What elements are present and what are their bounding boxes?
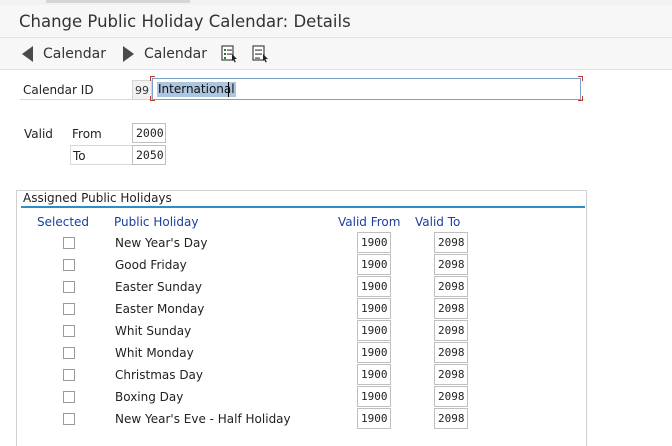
valid-to-cell[interactable]: 2098: [434, 232, 468, 253]
row-select-checkbox[interactable]: [63, 237, 75, 249]
valid-from-cell[interactable]: 1900: [357, 364, 391, 385]
valid-to-cell[interactable]: 2098: [434, 254, 468, 275]
focus-corner-tr: [578, 76, 583, 81]
holiday-name: New Year's Eve - Half Holiday: [115, 412, 291, 426]
from-label: From: [72, 127, 102, 141]
list-select-icon[interactable]: [221, 45, 239, 63]
row-select-checkbox[interactable]: [63, 259, 75, 271]
text-caret: [228, 82, 229, 97]
next-calendar-button[interactable]: Calendar: [123, 44, 207, 64]
holiday-name: New Year's Day: [115, 236, 208, 250]
holiday-name: Boxing Day: [115, 390, 184, 404]
valid-from-cell[interactable]: 1900: [357, 408, 391, 429]
toolbar: Calendar Calendar: [0, 38, 672, 70]
assigned-holidays-group: Assigned Public Holidays: [16, 190, 587, 446]
valid-to-cell[interactable]: 2098: [434, 386, 468, 407]
row-select-checkbox[interactable]: [63, 347, 75, 359]
holiday-name: Good Friday: [115, 258, 187, 272]
title-bar: Change Public Holiday Calendar: Details: [0, 5, 672, 38]
calendar-id-field: 99: [132, 80, 152, 100]
calendar-name-input[interactable]: International: [152, 78, 581, 100]
valid-to-cell[interactable]: 2098: [434, 342, 468, 363]
valid-from-cell[interactable]: 1900: [357, 386, 391, 407]
focus-corner-bl: [150, 96, 155, 101]
previous-calendar-label: Calendar: [43, 46, 106, 62]
valid-from-field[interactable]: 2000: [132, 123, 166, 143]
valid-from-cell[interactable]: 1900: [357, 254, 391, 275]
holiday-name: Christmas Day: [115, 368, 204, 382]
valid-to-cell[interactable]: 2098: [434, 364, 468, 385]
next-calendar-label: Calendar: [144, 46, 207, 62]
valid-label: Valid: [24, 127, 53, 141]
row-select-checkbox[interactable]: [63, 391, 75, 403]
row-select-checkbox[interactable]: [63, 281, 75, 293]
valid-to-cell[interactable]: 2098: [434, 276, 468, 297]
valid-from-cell[interactable]: 1900: [357, 232, 391, 253]
column-header-valid-from: Valid From: [338, 215, 401, 229]
valid-from-cell[interactable]: 1900: [357, 320, 391, 341]
focus-corner-tl: [150, 76, 155, 81]
focus-corner-br: [578, 96, 583, 101]
calendar-name-selection: International: [157, 82, 236, 97]
valid-to-cell[interactable]: 2098: [434, 408, 468, 429]
row-select-checkbox[interactable]: [63, 303, 75, 315]
to-label: To: [73, 149, 86, 163]
group-title: Assigned Public Holidays: [23, 191, 172, 205]
tab-stub: [46, 0, 190, 3]
page-title: Change Public Holiday Calendar: Details: [19, 12, 351, 31]
valid-to-cell[interactable]: 2098: [434, 298, 468, 319]
row-select-checkbox[interactable]: [63, 325, 75, 337]
triangle-right-icon: [123, 46, 134, 62]
previous-calendar-button[interactable]: Calendar: [22, 44, 106, 64]
column-header-selected: Selected: [37, 215, 90, 229]
triangle-left-icon: [22, 46, 33, 62]
holiday-name: Easter Sunday: [115, 280, 202, 294]
valid-from-cell[interactable]: 1900: [357, 298, 391, 319]
valid-to-cell[interactable]: 2098: [434, 320, 468, 341]
group-title-underline: [21, 206, 585, 208]
row-select-checkbox[interactable]: [63, 369, 75, 381]
row-select-checkbox[interactable]: [63, 413, 75, 425]
valid-from-cell[interactable]: 1900: [357, 342, 391, 363]
holiday-name: Whit Sunday: [115, 324, 192, 338]
holiday-name: Easter Monday: [115, 302, 205, 316]
column-header-valid-to: Valid To: [415, 215, 461, 229]
valid-to-field[interactable]: 2050: [132, 145, 166, 165]
holiday-name: Whit Monday: [115, 346, 194, 360]
list-deselect-icon[interactable]: [252, 45, 270, 63]
valid-from-cell[interactable]: 1900: [357, 276, 391, 297]
calendar-id-label: Calendar ID: [23, 83, 94, 97]
column-header-public-holiday: Public Holiday: [114, 215, 199, 229]
